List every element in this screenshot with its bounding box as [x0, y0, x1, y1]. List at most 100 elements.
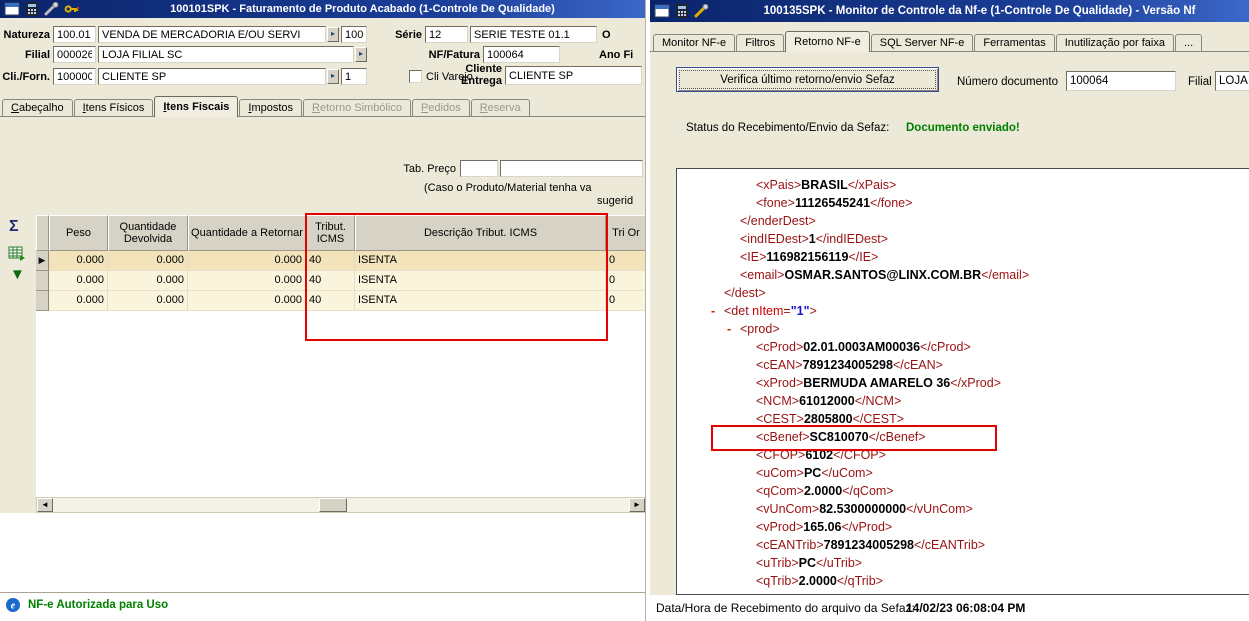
tab-preco-label: Tab. Preço: [403, 163, 456, 175]
xml-tg: </dest>: [724, 286, 766, 300]
sefaz-status-value: Documento enviado!: [906, 122, 1020, 134]
grid-col-descricao-tribut-icms[interactable]: Descrição Tribut. ICMS: [355, 215, 606, 251]
grid-col-peso[interactable]: Peso: [49, 215, 108, 251]
tab-inutilizacao-por-faixa[interactable]: Inutilização por faixa: [1055, 34, 1174, 51]
xml-tg: <qCom>: [756, 484, 804, 498]
xml-line: <cProd>02.01.0003AM00036</cProd>: [677, 338, 1249, 356]
nfe-monitor-window: 100135SPK - Monitor de Controle da Nf-e …: [650, 0, 1249, 621]
tab-preco-code-field[interactable]: [460, 160, 498, 177]
grid-cell: 0.000: [188, 251, 306, 271]
xml-tg: </fone>: [870, 196, 913, 210]
filial-desc-field[interactable]: [98, 46, 354, 63]
cli-forn-desc-field[interactable]: [98, 68, 326, 85]
current-row-indicator: ▶: [36, 251, 49, 271]
tab-filtros[interactable]: Filtros: [736, 34, 785, 51]
xml-val: 165.06: [803, 520, 842, 534]
natureza-extra-field[interactable]: [341, 26, 367, 43]
cli-forn-code-field[interactable]: [53, 68, 96, 85]
grid-empty-area: [36, 311, 645, 497]
xml-line: <fone>11126545241</fone>: [677, 194, 1249, 212]
row-indicator: [36, 271, 49, 291]
xml-line: - <prod>: [677, 320, 1249, 338]
grid-col-quantidade-devolvida[interactable]: Quantidade Devolvida: [108, 215, 188, 251]
scroll-right-button[interactable]: ►: [629, 498, 645, 512]
xml-viewer-panel[interactable]: <xPais>BRASIL</xPais> <fone>11126545241</…: [676, 168, 1249, 595]
tab-preco-desc-field[interactable]: [500, 160, 643, 177]
right-window-title: 100135SPK - Monitor de Controle da Nf-e …: [763, 5, 1196, 17]
xml-collapse-icon[interactable]: -: [727, 320, 740, 338]
xml-line: <CEST>2805800</CEST>: [677, 410, 1249, 428]
tab-divider: [0, 116, 645, 117]
arrow-down-icon[interactable]: ▼: [10, 266, 25, 283]
verify-sefaz-button[interactable]: Verifica último retorno/envio Sefaz: [676, 67, 939, 92]
left-titlebar[interactable]: 100101SPK - Faturamento de Produto Acaba…: [0, 0, 645, 18]
filial-lookup-button[interactable]: ▸: [355, 47, 367, 62]
grid-col-tribut-icms[interactable]: Tribut. ICMS: [306, 215, 355, 251]
xml-tg: </vUnCom>: [906, 502, 973, 516]
grid-cell: 0.000: [108, 291, 188, 311]
price-note-line2: sugerid: [597, 195, 634, 207]
natureza-lookup-button[interactable]: ▸: [327, 27, 339, 42]
xml-tg: <indIEDest>: [740, 232, 809, 246]
natureza-label: Natureza: [3, 29, 50, 41]
serie-code-field[interactable]: [425, 26, 468, 43]
tab-itens-fisicos[interactable]: Itens Físicos: [73, 99, 154, 116]
tab-monitor-nf-e[interactable]: Monitor NF-e: [653, 34, 736, 51]
grid-row-2[interactable]: 0.000 0.000 0.000 40 ISENTA 0: [36, 271, 645, 291]
scroll-left-button[interactable]: ◄: [37, 498, 53, 512]
filial-label: Filial: [24, 49, 50, 61]
xml-val: 02.01.0003AM00036: [803, 340, 921, 354]
sefaz-status-label: Status do Recebimento/Envio da Sefaz:: [686, 122, 890, 134]
tab-sql-server-nf-e[interactable]: SQL Server NF-e: [870, 34, 974, 51]
xml-val: 7891234005298: [823, 538, 914, 552]
xml-tg: </qTrib>: [836, 574, 883, 588]
cli-forn-label: Cli./Forn.: [2, 71, 50, 83]
xml-tg: </IE>: [848, 250, 879, 264]
nf-fatura-label: NF/Fatura: [428, 49, 480, 61]
filial-field[interactable]: [1215, 71, 1249, 91]
xml-val: OSMAR.SANTOS@LINX.COM.BR: [784, 268, 982, 282]
tab-ferramentas[interactable]: Ferramentas: [974, 34, 1055, 51]
nf-fatura-field[interactable]: [483, 46, 560, 63]
xml-line: - <det nItem="1">: [677, 302, 1249, 320]
left-statusbar: e NF-e Autorizada para Uso: [0, 592, 645, 621]
cli-forn-lookup-button[interactable]: ▸: [327, 69, 339, 84]
tab-impostos[interactable]: Impostos: [239, 99, 303, 116]
tab-itens-fiscais[interactable]: Itens Fiscais: [154, 96, 239, 117]
xml-line: <uCom>PC</uCom>: [677, 464, 1249, 482]
scrollbar-thumb[interactable]: [319, 498, 347, 512]
grid-export-icon[interactable]: [8, 245, 26, 264]
grid-cell: 40: [306, 251, 355, 271]
xml-val: 1: [808, 232, 816, 246]
svg-text:e: e: [11, 601, 16, 612]
grid-col-tri-or[interactable]: Tri Or: [606, 215, 645, 251]
cliente-entrega-field[interactable]: [505, 66, 642, 85]
xml-tg: <uTrib>: [756, 556, 799, 570]
footer-datetime-label: Data/Hora de Recebimento do arquivo da S…: [656, 601, 915, 615]
calculator-icon: [674, 4, 690, 18]
grid-cell: ISENTA: [355, 251, 606, 271]
xml-collapse-icon[interactable]: -: [711, 302, 724, 320]
tab-retorno-nf-e[interactable]: Retorno NF-e: [785, 31, 870, 52]
right-titlebar[interactable]: 100135SPK - Monitor de Controle da Nf-e …: [650, 0, 1249, 22]
grid-cell: 0.000: [108, 271, 188, 291]
xml-line: <xPais>BRASIL</xPais>: [677, 176, 1249, 194]
grid-row-1[interactable]: ▶ 0.000 0.000 0.000 40 ISENTA 0: [36, 251, 645, 271]
natureza-desc-field[interactable]: [98, 26, 326, 43]
tab-cabecalho[interactable]: Cabeçalho: [2, 99, 73, 116]
tab-more[interactable]: ...: [1174, 34, 1203, 51]
cli-forn-qty-field[interactable]: [341, 68, 367, 85]
numero-documento-field[interactable]: [1066, 71, 1176, 91]
filial-code-field[interactable]: [53, 46, 96, 63]
cli-varejo-checkbox[interactable]: [409, 70, 422, 83]
natureza-code-field[interactable]: [53, 26, 96, 43]
left-tabstrip: Cabeçalho Itens Físicos Itens Fiscais Impos…: [2, 96, 531, 117]
grid-cell: ISENTA: [355, 291, 606, 311]
sum-icon[interactable]: Σ: [9, 218, 19, 236]
xml-line: <email>OSMAR.SANTOS@LINX.COM.BR</email>: [677, 266, 1249, 284]
grid-row-3[interactable]: 0.000 0.000 0.000 40 ISENTA 0: [36, 291, 645, 311]
serie-desc-field[interactable]: [470, 26, 597, 43]
grid-hscrollbar[interactable]: ◄ ►: [36, 497, 645, 513]
xml-tg: <NCM>: [756, 394, 800, 408]
grid-col-quantidade-a-retornar[interactable]: Quantidade a Retornar: [188, 215, 306, 251]
